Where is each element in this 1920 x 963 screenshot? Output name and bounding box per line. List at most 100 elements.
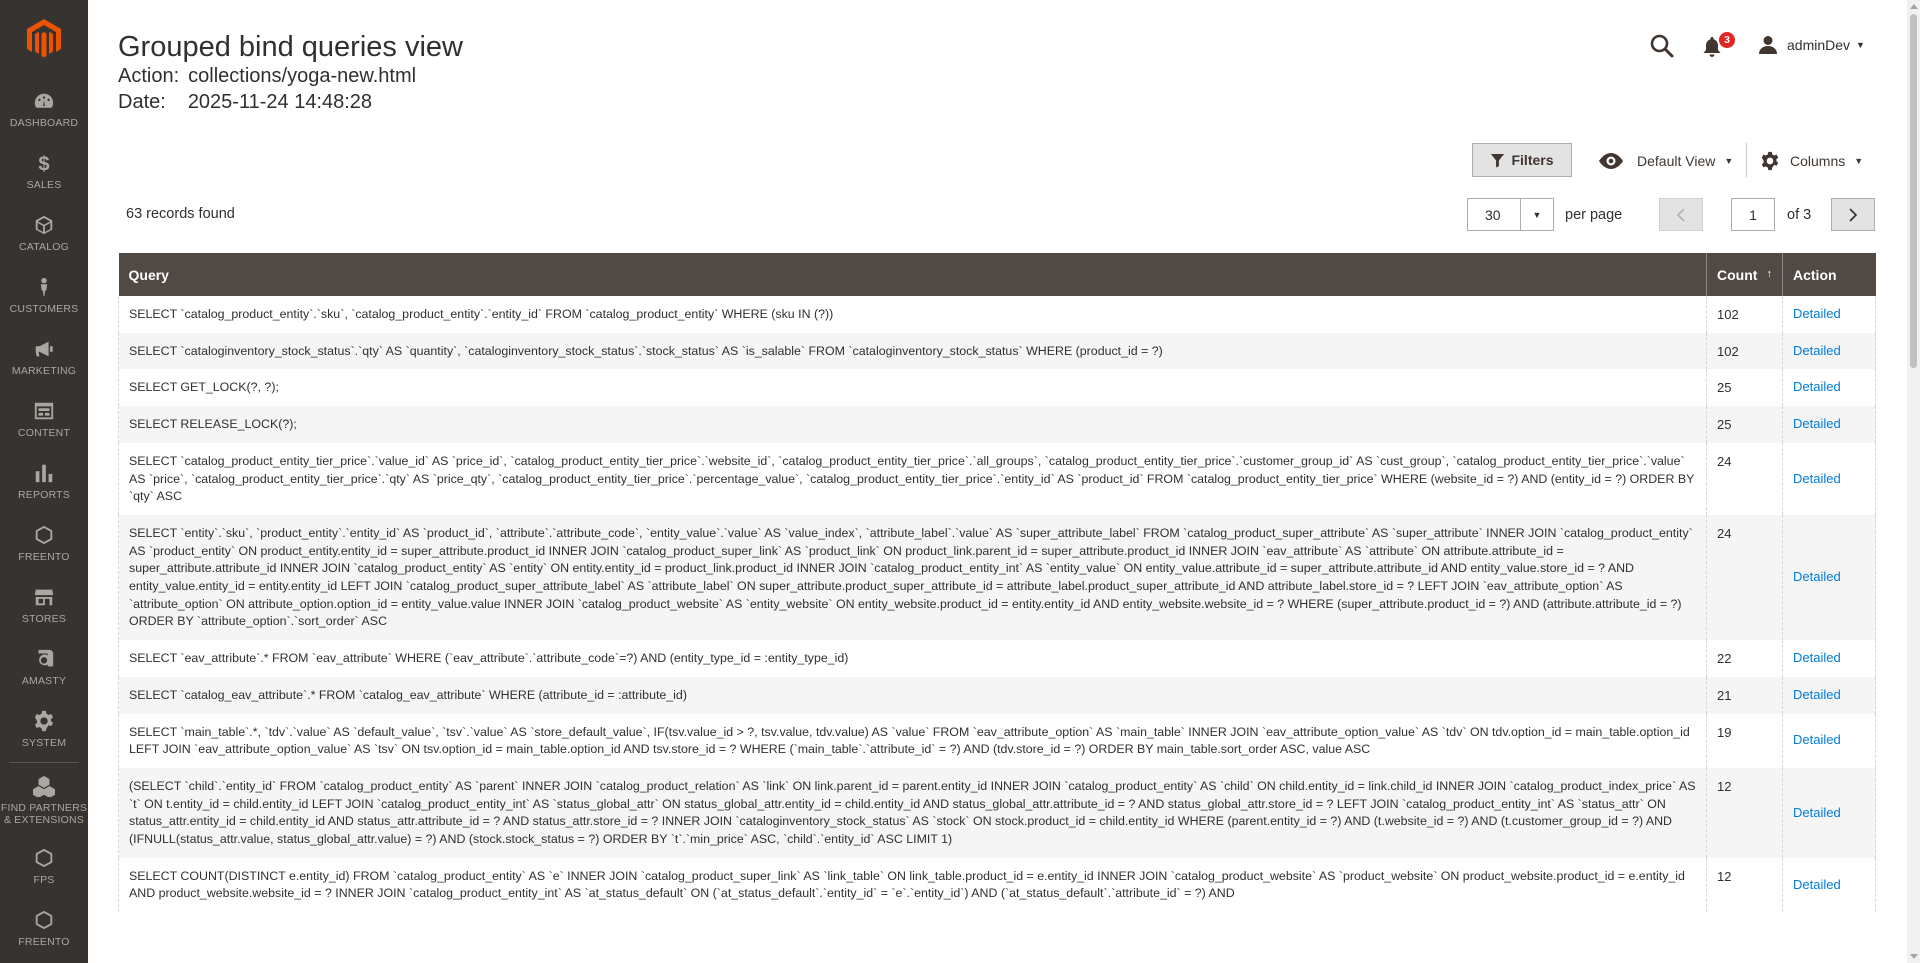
nav-freento-2[interactable]: FREENTO [0, 897, 88, 959]
query-cell: SELECT `main_table`.*, `tdv`.`value` AS … [118, 713, 1707, 768]
current-page-input[interactable] [1731, 198, 1775, 231]
total-pages-label: of 3 [1787, 207, 1812, 223]
table-row: SELECT `eav_attribute`.* FROM `eav_attri… [118, 640, 1876, 677]
chevron-down-icon: ▼ [1854, 156, 1864, 166]
date-label: Date: [118, 91, 166, 113]
nav-marketing[interactable]: MARKETING [0, 326, 88, 388]
search-icon [1650, 34, 1674, 58]
detailed-link[interactable]: Detailed [1793, 416, 1841, 431]
chevron-down-icon[interactable]: ▼ [1520, 199, 1553, 230]
detailed-link[interactable]: Detailed [1793, 379, 1841, 394]
megaphone-icon [35, 341, 53, 356]
count-cell: 25 [1706, 406, 1783, 443]
magento-logo[interactable] [0, 0, 88, 78]
notifications-button[interactable]: 3 [1702, 31, 1736, 61]
next-page-button[interactable] [1831, 198, 1875, 231]
nav-stores[interactable]: STORES [0, 574, 88, 636]
action-cell: Detailed [1782, 406, 1876, 443]
chevron-right-icon [1849, 207, 1858, 222]
nav-catalog[interactable]: CATALOG [0, 202, 88, 264]
action-cell: Detailed [1782, 332, 1876, 370]
query-cell: SELECT `catalog_product_entity_tier_pric… [118, 442, 1707, 515]
nav-reports[interactable]: REPORTS [0, 450, 88, 512]
nav-freento[interactable]: FREENTO [0, 512, 88, 574]
action-cell: Detailed [1782, 676, 1876, 714]
table-row: SELECT `catalog_eav_attribute`.* FROM `c… [118, 676, 1876, 714]
dashboard-icon [34, 93, 54, 108]
column-header-query[interactable]: Query [118, 253, 1707, 296]
nav-content[interactable]: CONTENT [0, 388, 88, 450]
previous-page-button[interactable] [1659, 198, 1703, 231]
count-cell: 25 [1706, 369, 1783, 407]
view-label: Default View [1637, 153, 1716, 169]
query-cell: SELECT `catalog_eav_attribute`.* FROM `c… [118, 676, 1707, 714]
nav-fps[interactable]: FPS [0, 835, 88, 897]
grid-header-row: Query Count ↑ Action [118, 253, 1876, 296]
detailed-link[interactable]: Detailed [1793, 877, 1841, 892]
detailed-link[interactable]: Detailed [1793, 569, 1841, 584]
eye-icon [1599, 153, 1623, 169]
nav-label: CATALOG [18, 240, 70, 253]
date-meta: Date: 2025-11-24 14:48:28 [118, 91, 372, 114]
boxes-icon [33, 775, 55, 797]
count-cell: 24 [1706, 442, 1783, 515]
detailed-link[interactable]: Detailed [1793, 687, 1841, 702]
table-row: (SELECT `child`.`entity_id` FROM `catalo… [118, 767, 1876, 858]
date-value: 2025-11-24 14:48:28 [187, 91, 373, 113]
nav-label: REPORTS [18, 488, 70, 501]
scrollbar-thumb[interactable] [1910, 14, 1917, 368]
chevron-down-icon: ▼ [1856, 40, 1865, 50]
store-icon [34, 589, 54, 605]
detailed-link[interactable]: Detailed [1793, 471, 1841, 486]
scroll-down-arrow[interactable] [1910, 954, 1918, 959]
query-cell: SELECT COUNT(DISTINCT e.entity_id) FROM … [118, 857, 1707, 913]
filters-label: Filters [1511, 152, 1554, 168]
table-row: SELECT `catalog_product_entity`.`sku`, `… [118, 296, 1876, 333]
filters-button[interactable]: Filters [1472, 143, 1572, 177]
action-label: Action: [118, 65, 180, 87]
nav-label: CONTENT [17, 426, 71, 439]
nav-system[interactable]: SYSTEM [0, 698, 88, 760]
hexagon-icon [35, 848, 53, 867]
table-row: SELECT `main_table`.*, `tdv`.`value` AS … [118, 713, 1876, 768]
gear-icon [1761, 151, 1779, 171]
nav-find-partners[interactable]: FIND PARTNERS & EXTENSIONS [0, 765, 88, 835]
detailed-link[interactable]: Detailed [1793, 306, 1841, 321]
nav-dashboard[interactable]: DASHBOARD [0, 78, 88, 140]
per-page-label: per page [1565, 207, 1623, 223]
nav-label: FREENTO [18, 550, 70, 563]
person-icon [40, 277, 48, 296]
user-account-menu[interactable]: adminDev ▼ [1758, 33, 1865, 57]
action-cell: Detailed [1782, 514, 1876, 641]
action-meta: Action: collections/yoga-new.html [118, 65, 416, 88]
scroll-up-arrow[interactable] [1910, 4, 1918, 9]
nav-amasty[interactable]: AMASTY [0, 636, 88, 698]
count-header-label: Count [1717, 266, 1758, 283]
grid-body: SELECT `catalog_product_entity`.`sku`, `… [118, 296, 1876, 913]
global-search-button[interactable] [1648, 32, 1676, 60]
nav-sales[interactable]: $ SALES [0, 140, 88, 202]
detailed-link[interactable]: Detailed [1793, 343, 1841, 358]
per-page-select[interactable]: 30 ▼ [1467, 198, 1554, 231]
nav-label: FIND PARTNERS & EXTENSIONS [0, 801, 88, 826]
layout-icon [34, 402, 54, 419]
count-cell: 102 [1706, 296, 1783, 333]
column-header-count[interactable]: Count ↑ [1706, 253, 1783, 296]
user-name: adminDev [1787, 37, 1851, 53]
page-scrollbar[interactable] [1907, 0, 1920, 963]
nav-label: FPS [33, 873, 55, 886]
action-value: collections/yoga-new.html [188, 65, 417, 87]
columns-button[interactable]: Columns ▼ [1760, 150, 1863, 172]
action-cell: Detailed [1782, 296, 1876, 333]
view-switcher[interactable]: Default View ▼ [1599, 150, 1733, 172]
detailed-link[interactable]: Detailed [1793, 650, 1841, 665]
nav-customers[interactable]: CUSTOMERS [0, 264, 88, 326]
action-cell: Detailed [1782, 442, 1876, 515]
detailed-link[interactable]: Detailed [1793, 805, 1841, 820]
page-title: Grouped bind queries view [118, 31, 463, 63]
query-cell: SELECT `cataloginventory_stock_status`.`… [118, 332, 1707, 370]
action-cell: Detailed [1782, 640, 1876, 677]
nav-label: SYSTEM [21, 736, 67, 749]
detailed-link[interactable]: Detailed [1793, 732, 1841, 747]
dollar-icon: $ [38, 153, 49, 174]
